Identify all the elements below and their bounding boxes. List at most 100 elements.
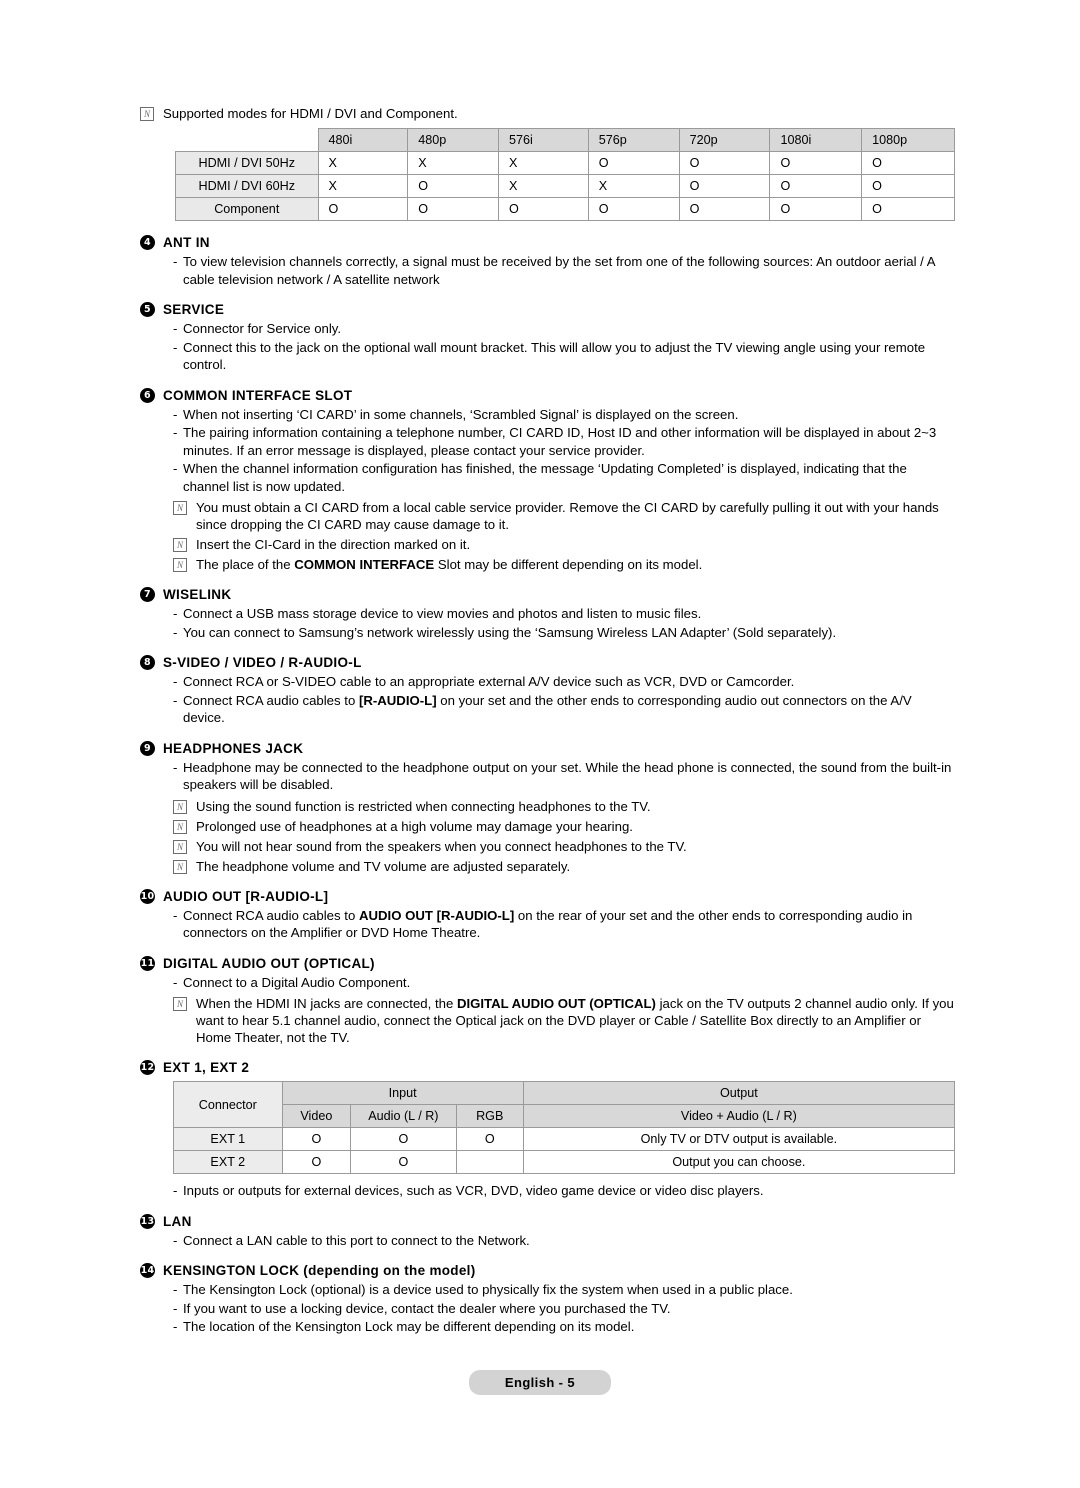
- bullet-text: Connect RCA audio cables to AUDIO OUT [R…: [183, 907, 913, 941]
- bullet-text: Connect a USB mass storage device to vie…: [183, 606, 702, 621]
- section-common-interface-slot: 6 COMMON INTERFACE SLOT - When not insert…: [140, 387, 955, 574]
- section-number-badge: 5: [140, 302, 155, 317]
- section-number-badge: 11: [140, 955, 155, 971]
- cell: O: [678, 151, 771, 175]
- section-heading: 13 LAN: [140, 1213, 955, 1229]
- bullet-dash: -: [173, 907, 178, 923]
- top-note-text: Supported modes for HDMI / DVI and Compo…: [163, 106, 458, 121]
- section-heading: 5 SERVICE: [140, 302, 955, 317]
- bullet-text: Inputs or outputs for external devices, …: [183, 1183, 764, 1198]
- section-title: S-VIDEO / VIDEO / R-AUDIO-L: [163, 655, 362, 670]
- cell: O: [587, 151, 680, 175]
- cell: Only TV or DTV output is available.: [522, 1127, 956, 1151]
- section-wiselink: 7 WISELINK - Connect a USB mass storage d…: [140, 587, 955, 641]
- cell: O: [350, 1150, 457, 1174]
- cell: O: [317, 197, 409, 221]
- section-number-badge: 4: [140, 235, 155, 250]
- section-digital-audio-out: 11 DIGITAL AUDIO OUT (OPTICAL) - Connect …: [140, 955, 955, 1047]
- section-title: AUDIO OUT [R-AUDIO-L]: [163, 888, 329, 904]
- section-bullets: - To view television channels correctly, …: [140, 253, 955, 288]
- bullet-dash: -: [173, 606, 178, 621]
- bullet-text: The location of the Kensington Lock may …: [183, 1319, 635, 1334]
- note-icon: N: [173, 538, 187, 552]
- note-row: N You must obtain a CI CARD from a local…: [173, 499, 955, 533]
- bullet-dash: -: [173, 461, 178, 476]
- table-subheader-row: Video Audio (L / R) RGB Video + Audio (L…: [174, 1104, 956, 1128]
- row-label: HDMI / DVI 50Hz: [175, 151, 319, 175]
- note-icon: N: [173, 819, 187, 834]
- cell: O: [407, 174, 500, 198]
- section-number-badge: 12: [140, 1060, 155, 1075]
- section-heading: 8 S-VIDEO / VIDEO / R-AUDIO-L: [140, 655, 955, 670]
- note-icon: N: [173, 839, 187, 854]
- bullet-dash: -: [173, 974, 178, 990]
- bullet-text: To view television channels correctly, a…: [183, 254, 935, 287]
- bullet-item: - Connector for Service only.: [140, 320, 955, 338]
- cell: X: [407, 151, 500, 175]
- note-text: Using the sound function is restricted w…: [196, 798, 651, 814]
- bullet-dash: -: [173, 692, 178, 708]
- bullet-dash: -: [173, 1232, 178, 1248]
- section-number-badge: 13: [140, 1213, 155, 1229]
- bullet-item: - Connect this to the jack on the optiona…: [140, 339, 955, 374]
- cell: O: [407, 197, 500, 221]
- section-number-badge: 8: [140, 655, 155, 670]
- section-bullets: - Connect to a Digital Audio Component.: [140, 974, 955, 992]
- cell: O: [498, 197, 589, 221]
- bullet-text: You can connect to Samsung’s network wir…: [183, 624, 837, 640]
- bullet-text: Connect RCA or S-VIDEO cable to an appro…: [183, 674, 795, 689]
- section-heading: 10 AUDIO OUT [R-AUDIO-L]: [140, 888, 955, 904]
- bullet-item: - To view television channels correctly, …: [140, 253, 955, 288]
- section-number-badge: 6: [140, 387, 155, 403]
- table-header: 480i 480p 576i 576p 720p 1080i 1080p: [175, 128, 955, 152]
- bullet-dash: -: [173, 321, 178, 336]
- section-title: KENSINGTON LOCK (depending on the model): [163, 1263, 476, 1278]
- sub-output: Video + Audio (L / R): [522, 1104, 956, 1128]
- cell: O: [678, 174, 771, 198]
- section-bullets: - When not inserting ‘CI CARD’ in some ch…: [140, 406, 955, 496]
- col-1080i: 1080i: [769, 128, 863, 152]
- section-heading: 4 ANT IN: [140, 235, 955, 250]
- section-bullets: - Connect RCA or S-VIDEO cable to an appr…: [140, 673, 955, 727]
- section-bullets: - Connector for Service only. - Connect th…: [140, 320, 955, 374]
- section-service: 5 SERVICE - Connector for Service only. -…: [140, 302, 955, 374]
- bullet-text: When the channel information configurati…: [183, 461, 907, 494]
- section-heading: 12 EXT 1, EXT 2: [140, 1060, 955, 1075]
- note-text: The headphone volume and TV volume are a…: [196, 858, 571, 874]
- note-row: N When the HDMI IN jacks are connected, …: [173, 995, 955, 1046]
- bullet-text: Connect a LAN cable to this port to conn…: [183, 1232, 530, 1248]
- row-label: HDMI / DVI 60Hz: [175, 174, 319, 198]
- bullet-text: Connector for Service only.: [183, 321, 342, 336]
- note-row: N Insert the CI-Card in the direction ma…: [173, 536, 955, 553]
- section-heading: 14 KENSINGTON LOCK (depending on the mod…: [140, 1263, 955, 1278]
- bullet-text: Connect to a Digital Audio Component.: [183, 974, 411, 990]
- section-number-badge: 7: [140, 587, 155, 602]
- col-720p: 720p: [678, 128, 771, 152]
- cell: O: [281, 1150, 352, 1174]
- bullet-text: Headphone may be connected to the headph…: [183, 759, 952, 793]
- note-row: N Using the sound function is restricted…: [173, 798, 955, 815]
- note-text: Prolonged use of headphones at a high vo…: [196, 818, 633, 834]
- cell: X: [317, 174, 409, 198]
- bullet-dash: -: [173, 1319, 178, 1334]
- bullet-dash: -: [173, 406, 178, 422]
- cell: O: [455, 1127, 524, 1151]
- row-label: Component: [175, 197, 319, 221]
- bullet-dash: -: [173, 425, 178, 440]
- col-1080p: 1080p: [861, 128, 955, 152]
- col-576i: 576i: [498, 128, 589, 152]
- note-icon: N: [173, 558, 187, 572]
- note-row: N Prolonged use of headphones at a high …: [173, 818, 955, 835]
- cell: O: [769, 197, 863, 221]
- bullet-item: - You can connect to Samsung’s network wi…: [140, 624, 955, 642]
- bullet-text: If you want to use a locking device, con…: [183, 1300, 671, 1316]
- note-icon: N: [173, 799, 187, 814]
- section-bullets: - Connect RCA audio cables to AUDIO OUT […: [140, 907, 955, 942]
- cell: [455, 1150, 524, 1174]
- section-title: WISELINK: [163, 587, 232, 602]
- bullet-text: The Kensington Lock (optional) is a devi…: [183, 1282, 793, 1297]
- bullet-text: The pairing information containing a tel…: [183, 425, 937, 458]
- section-bullets: - Connect a USB mass storage device to vi…: [140, 605, 955, 641]
- bullet-text: Connect RCA audio cables to [R-AUDIO-L] …: [183, 692, 912, 726]
- note-row: N The place of the COMMON INTERFACE Slot…: [173, 556, 955, 573]
